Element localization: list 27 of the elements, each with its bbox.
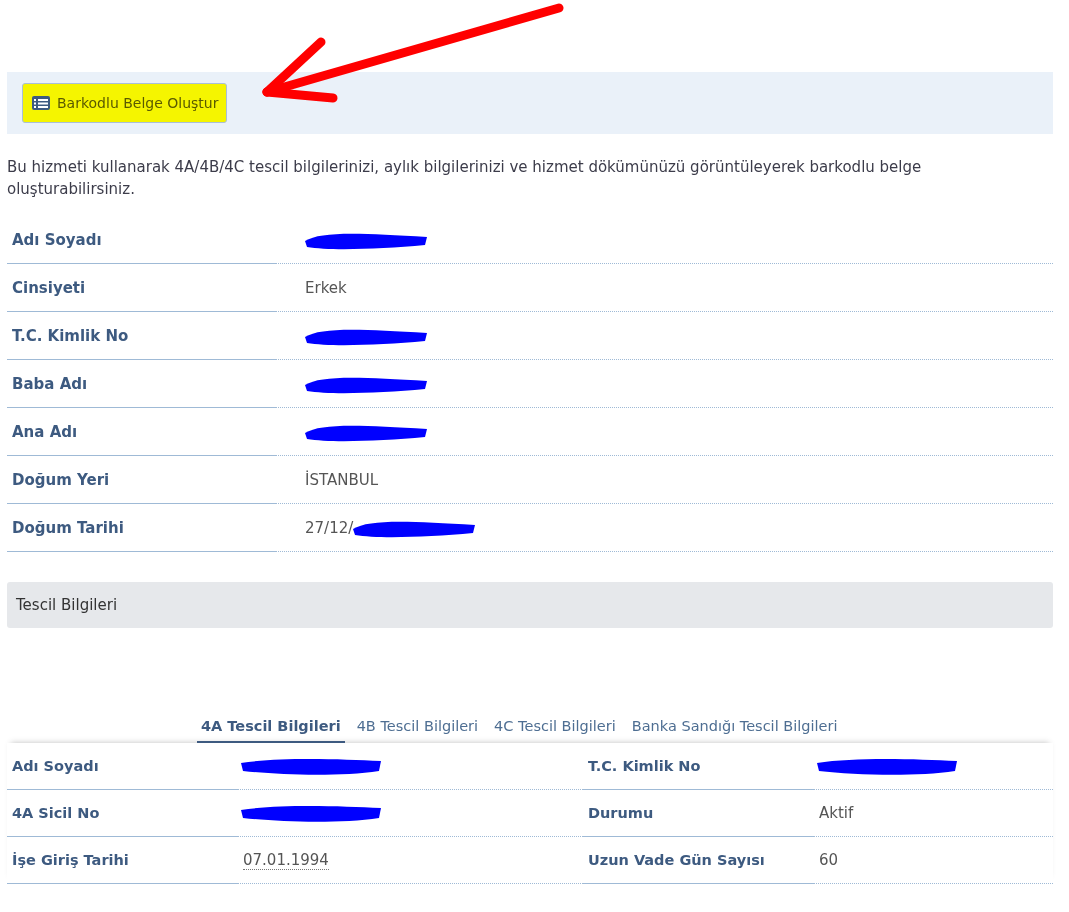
field-label: Baba Adı: [7, 360, 275, 408]
section-title: Tescil Bilgileri: [16, 596, 118, 614]
field-label: Doğum Yeri: [7, 456, 275, 504]
tab[interactable]: Banka Sandığı Tescil Bilgileri: [627, 714, 842, 743]
field-label: Cinsiyeti: [7, 264, 275, 312]
field-label: Adı Soyadı: [7, 216, 275, 264]
field-label: Durumu: [583, 790, 813, 837]
list-icon: [31, 95, 51, 111]
tab[interactable]: 4C Tescil Bilgileri: [490, 714, 620, 743]
field-label: Doğum Tarihi: [7, 504, 275, 552]
field-value: İSTANBUL: [305, 470, 379, 489]
field-label: T.C. Kimlik No: [7, 312, 275, 360]
field-label: 4A Sicil No: [7, 790, 237, 837]
field-value: 27/12/: [305, 518, 354, 537]
description-text: Bu hizmeti kullanarak 4A/4B/4C tescil bilgilerinizi, aylık bilgilerinizi ve hizmet dökümünüzü görüntüleyerek barkodlu belge oluşturabilirsiniz.: [7, 157, 923, 200]
field-label: T.C. Kimlik No: [583, 743, 813, 790]
field-label: Adı Soyadı: [7, 743, 237, 790]
field-value: Aktif: [819, 804, 854, 822]
field-value: 60: [819, 851, 839, 869]
tab[interactable]: 4A Tescil Bilgileri: [197, 714, 345, 743]
tab[interactable]: 4B Tescil Bilgileri: [352, 714, 483, 743]
field-value: 07.01.1994: [243, 850, 329, 870]
create-document-button[interactable]: Barkodlu Belge Oluştur: [22, 83, 228, 123]
field-label: İşe Giriş Tarihi: [7, 837, 237, 884]
field-value: Erkek: [305, 278, 347, 297]
field-label: Ana Adı: [7, 408, 275, 456]
field-label: Uzun Vade Gün Sayısı: [583, 837, 813, 884]
